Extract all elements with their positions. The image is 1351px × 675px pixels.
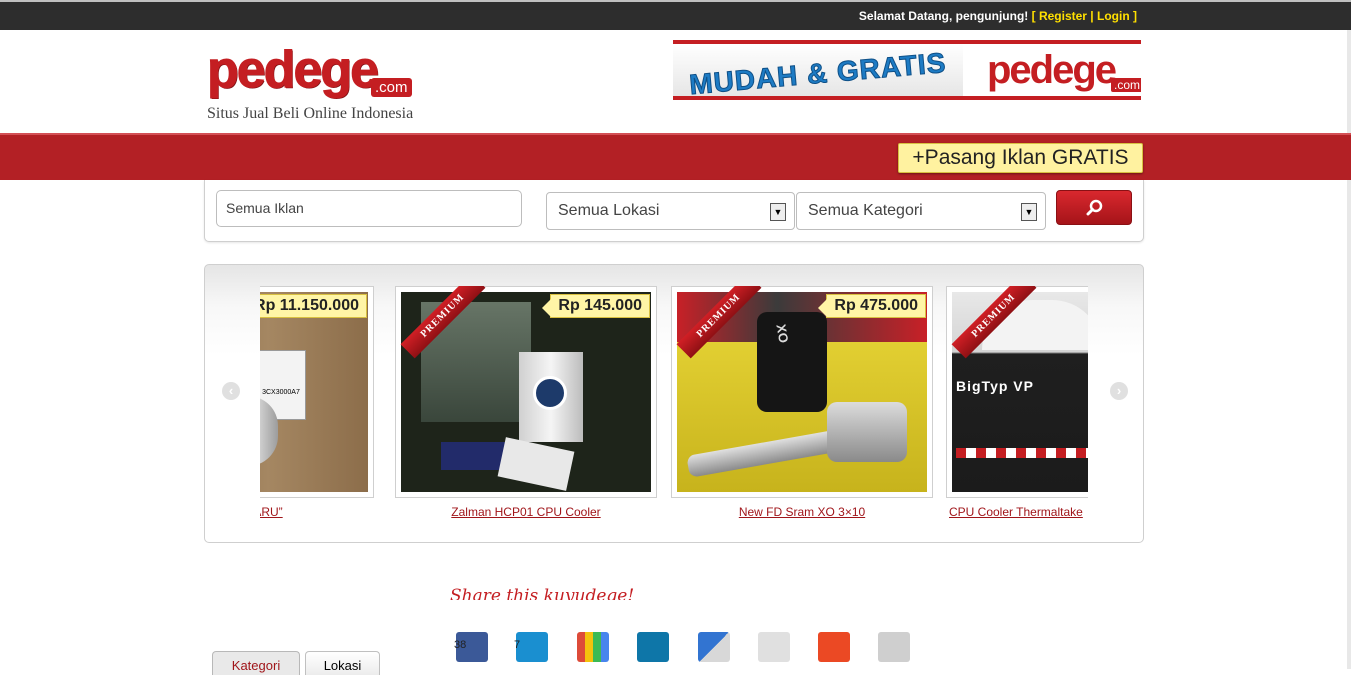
tab-lokasi[interactable]: Lokasi [305,651,380,675]
site-tagline: Situs Jual Beli Online Indonesia [207,105,414,122]
price-tag: Rp 475.000 [818,294,926,318]
category-select-value: Semua Kategori [808,202,923,219]
chevron-down-icon: ▼ [1021,203,1037,221]
site-logo[interactable]: pedege .com [206,41,412,100]
top-bar: Selamat Datang, pengunjung! [ Register |… [0,0,1351,30]
header-banner[interactable]: MUDAH & GRATIS pedege .com [673,40,1141,100]
category-select[interactable]: Semua Kategori ▼ [796,192,1046,230]
price-tag: Rp 145.000 [542,294,650,318]
product-title-link[interactable]: 000A7 “BARU” [260,505,374,519]
delicious-icon[interactable] [698,632,730,662]
linkedin-icon[interactable] [637,632,669,662]
chevron-left-icon[interactable]: ‹ [222,382,240,400]
location-select-value: Semua Lokasi [558,202,660,219]
carousel-item[interactable]: 3CX3000A7 Rp 11.150.000 [260,286,374,498]
product-title-link[interactable]: Zalman HCP01 CPU Cooler [395,505,657,519]
search-button[interactable] [1056,190,1132,225]
search-input[interactable]: Semua Iklan [216,190,522,227]
price-tag: Rp 11.150.000 [260,294,367,318]
carousel-item[interactable]: XO PREMIUM Rp 475.000 [671,286,933,498]
separator: | [1086,9,1097,23]
scrollbar[interactable] [1347,30,1351,669]
logo-com: .com [371,78,412,97]
carousel-viewport: 3CX3000A7 Rp 11.150.000 000A7 “BARU” PRE… [260,286,1088,526]
product-title-link[interactable]: New FD Sram XO 3×10 [671,505,933,519]
bracket: [ [1028,9,1039,23]
facebook-share-count: 38 [454,639,467,651]
google-icon[interactable] [577,632,609,662]
carousel-item[interactable]: BigTyp VP PREMIUM [946,286,1088,498]
post-ad-button[interactable]: +Pasang Iklan GRATIS [898,143,1143,173]
facebook-icon[interactable]: 38 [454,632,488,662]
logo-word: pedege [206,41,379,99]
welcome-message: Selamat Datang, pengunjung! [ Register |… [859,9,1137,23]
share-tagline: Share this kuyudege! [450,586,635,600]
product-photo[interactable]: 3CX3000A7 [260,292,368,492]
tab-kategori[interactable]: Kategori [212,651,300,675]
chevron-right-icon[interactable]: › [1110,382,1128,400]
register-link[interactable]: Register [1039,9,1087,23]
stumbleupon-icon[interactable] [818,632,850,662]
banner-logo-com: .com [1111,78,1141,92]
login-link[interactable]: Login [1097,9,1130,23]
email-icon[interactable] [878,632,910,662]
banner-logo: pedege [987,48,1117,92]
nav-bar [0,133,1351,180]
twitter-share-count: 7 [514,639,521,651]
photo-label: BigTyp VP [956,378,1034,394]
carousel-item[interactable]: PREMIUM Rp 145.000 [395,286,657,498]
bracket: ] [1129,9,1137,23]
search-icon [1086,199,1103,216]
twitter-icon[interactable]: 7 [514,632,548,662]
digg-icon[interactable] [758,632,790,662]
product-title-link[interactable]: CPU Cooler Thermaltake [946,505,1088,519]
chevron-down-icon: ▼ [770,203,786,221]
photo-label: XO [773,322,792,345]
location-select[interactable]: Semua Lokasi ▼ [546,192,795,230]
welcome-text: Selamat Datang, pengunjung! [858,9,1029,23]
